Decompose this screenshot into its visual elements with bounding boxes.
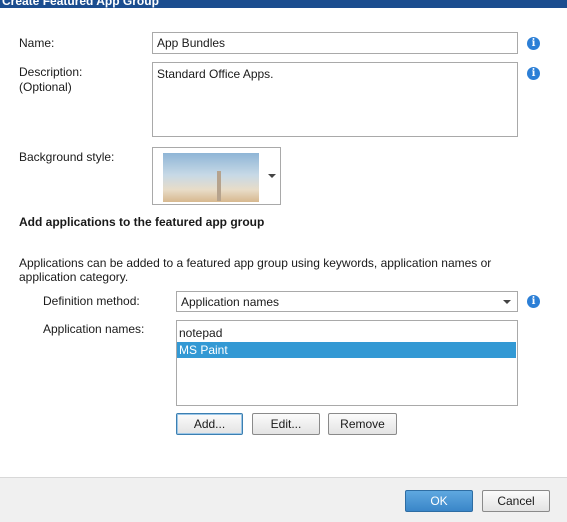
name-label: Name: [19,36,55,50]
description-label: Description: [19,65,83,79]
background-style-picker[interactable] [152,147,281,205]
application-names-label: Application names: [43,322,145,336]
cancel-button[interactable]: Cancel [482,490,550,512]
definition-method-label: Definition method: [43,294,140,308]
description-optional-label: (Optional) [19,80,72,94]
background-thumbnail [163,153,259,202]
list-item[interactable]: MS Paint [177,342,516,358]
title-bar: Create Featured App Group [0,0,567,8]
window-title: Create Featured App Group [2,0,159,8]
info-icon[interactable]: i [527,295,540,308]
dialog-footer: OK Cancel [0,477,567,522]
list-item-label: MS Paint [179,343,228,357]
description-value: Standard Office Apps. [157,67,274,81]
application-names-list[interactable]: notepad MS Paint [176,320,518,406]
name-field[interactable]: App Bundles [152,32,518,54]
definition-method-select[interactable]: Application names [176,291,518,312]
name-value: App Bundles [157,36,226,50]
background-style-label: Background style: [19,150,115,164]
info-icon[interactable]: i [527,67,540,80]
chevron-down-icon [268,174,276,178]
description-field[interactable]: Standard Office Apps. [152,62,518,137]
ok-button[interactable]: OK [405,490,473,512]
section-title: Add applications to the featured app gro… [19,215,265,229]
list-item-label: notepad [179,326,223,340]
add-button[interactable]: Add... [176,413,243,435]
edit-button[interactable]: Edit... [252,413,320,435]
info-icon[interactable]: i [527,37,540,50]
remove-button[interactable]: Remove [328,413,397,435]
definition-method-value: Application names [181,295,280,309]
chevron-down-icon [503,300,511,304]
list-item[interactable]: notepad [177,325,516,341]
section-description: Applications can be added to a featured … [19,256,492,284]
